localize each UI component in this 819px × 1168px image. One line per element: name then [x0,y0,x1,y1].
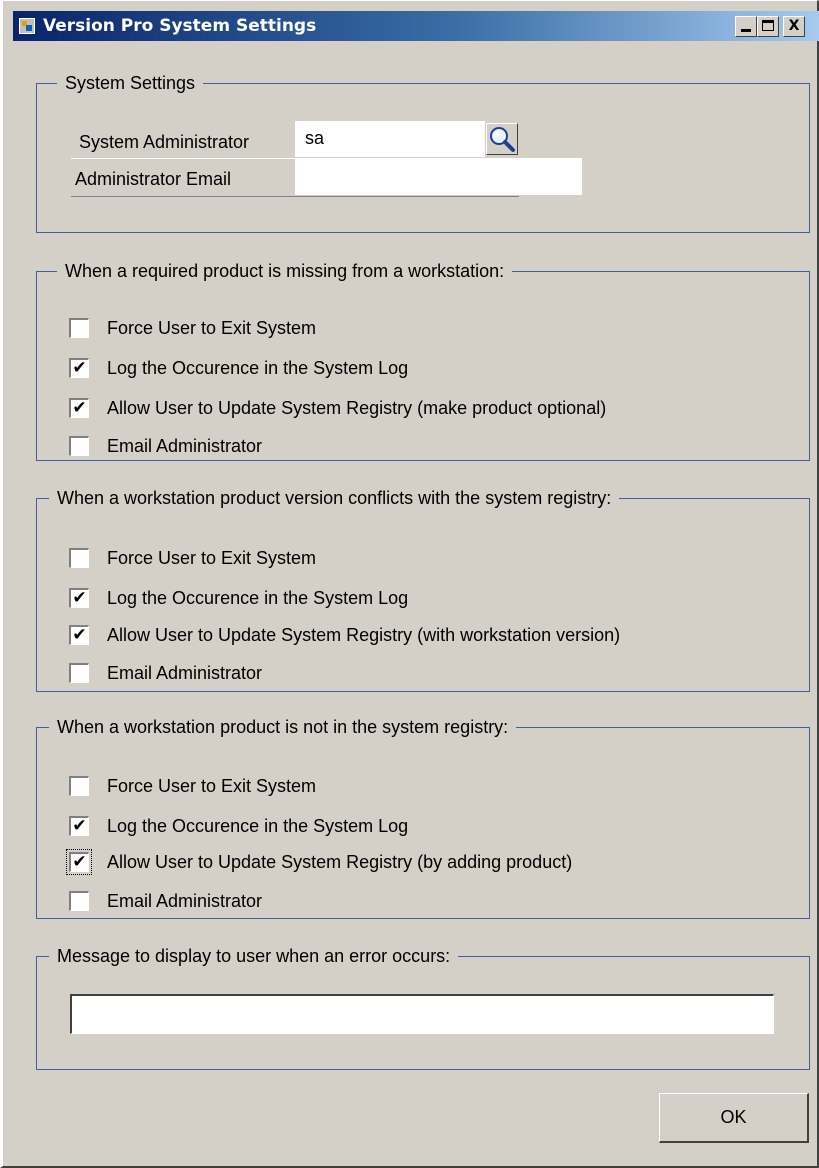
administrator-lookup-button[interactable] [486,123,518,155]
option-label: Email Administrator [107,436,263,456]
window-title: Version Pro System Settings [43,16,317,36]
group-title: Message to display to user when an error… [49,945,459,967]
log-occurrence-checkbox[interactable]: ✔ [69,816,89,836]
option-label: Log the Occurence in the System Log [107,816,409,836]
maximize-icon [762,20,774,31]
administrator-email-field[interactable] [295,159,582,195]
allow-update-checkbox[interactable]: ✔ [69,398,89,418]
app-icon [19,18,35,34]
allow-update-checkbox[interactable]: ✔ [69,625,89,645]
option-label: Force User to Exit System [107,776,317,796]
allow-update-checkbox[interactable]: ✔ [66,849,92,875]
title-bar[interactable]: Version Pro System Settings X [13,11,819,41]
close-button[interactable]: X [783,16,805,37]
administrator-email-label: Administrator Email [75,169,232,189]
ok-button[interactable]: OK [659,1093,809,1143]
option-label: Allow User to Update System Registry (ma… [107,398,607,418]
group-title: When a workstation product version confl… [49,487,620,509]
group-title: When a required product is missing from … [57,260,513,282]
option-label: Allow User to Update System Registry (by… [107,852,573,872]
minimize-icon [741,29,751,32]
maximize-button[interactable] [757,16,779,37]
force-exit-checkbox[interactable] [69,776,89,796]
group-title: System Settings [57,72,204,94]
close-icon: X [788,18,800,34]
log-occurrence-checkbox[interactable]: ✔ [69,588,89,608]
minimize-button[interactable] [735,16,757,37]
log-occurrence-checkbox[interactable]: ✔ [69,358,89,378]
option-label: Email Administrator [107,663,263,683]
option-label: Force User to Exit System [107,548,317,568]
row-divider [71,196,519,197]
system-administrator-field[interactable]: sa [295,121,485,157]
email-admin-checkbox[interactable] [69,663,89,683]
force-exit-checkbox[interactable] [69,548,89,568]
magnifier-icon [490,127,515,152]
settings-window: Version Pro System Settings X System Set… [0,0,819,1168]
option-label: Log the Occurence in the System Log [107,358,409,378]
email-admin-checkbox[interactable] [69,891,89,911]
email-admin-checkbox[interactable] [69,436,89,456]
error-message-input[interactable] [70,994,774,1034]
system-administrator-label: System Administrator [79,132,250,152]
option-label: Force User to Exit System [107,318,317,338]
option-label: Allow User to Update System Registry (wi… [107,625,621,645]
force-exit-checkbox[interactable] [69,318,89,338]
option-label: Email Administrator [107,891,263,911]
option-label: Log the Occurence in the System Log [107,588,409,608]
group-title: When a workstation product is not in the… [49,716,517,738]
